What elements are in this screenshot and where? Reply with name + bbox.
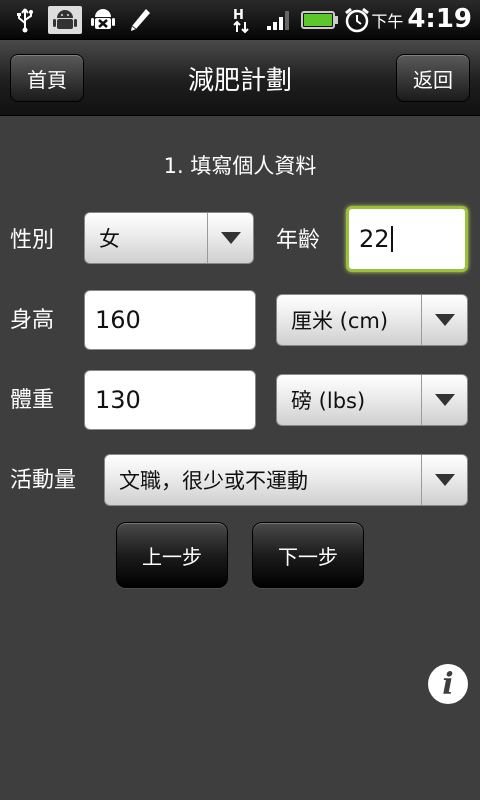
weight-value: 130 — [95, 386, 141, 414]
title-bar: 減肥計劃 首頁 返回 — [0, 40, 480, 116]
android-debug-icon — [48, 6, 82, 34]
weight-unit-value: 磅 (lbs) — [291, 389, 366, 413]
network-type-label: H — [233, 8, 244, 23]
home-button[interactable]: 首頁 — [10, 54, 84, 102]
battery-icon — [300, 6, 340, 34]
activity-value: 文職，很少或不運動 — [119, 469, 308, 493]
gender-value: 女 — [99, 227, 120, 251]
weight-label: 體重 — [10, 388, 55, 413]
text-cursor — [390, 226, 393, 252]
info-icon[interactable]: i — [428, 664, 468, 704]
signal-icon — [264, 6, 294, 34]
height-unit-select[interactable]: 厘米 (cm) — [276, 294, 468, 346]
alarm-icon — [342, 6, 372, 34]
height-value: 160 — [95, 306, 141, 334]
previous-step-button[interactable]: 上一步 — [116, 522, 228, 588]
next-step-button[interactable]: 下一步 — [252, 522, 364, 588]
weight-field[interactable]: 130 — [84, 370, 256, 430]
status-ampm: 下午 — [371, 12, 404, 31]
back-button[interactable]: 返回 — [396, 54, 470, 102]
weight-unit-select[interactable]: 磅 (lbs) — [276, 374, 468, 426]
activity-select[interactable]: 文職，很少或不運動 — [104, 454, 468, 506]
pencil-icon — [126, 6, 154, 34]
activity-label: 活動量 — [10, 468, 77, 493]
dropdown-arrow-icon — [421, 455, 467, 505]
data-transfer-icon: H — [230, 6, 260, 34]
status-bar: H 下午 4:19 — [0, 0, 480, 40]
dropdown-arrow-icon — [421, 375, 467, 425]
height-field[interactable]: 160 — [84, 290, 256, 350]
gender-select[interactable]: 女 — [84, 212, 254, 264]
dropdown-arrow-icon — [421, 295, 467, 345]
usb-icon — [12, 6, 38, 34]
android-error-icon — [88, 6, 118, 34]
age-value: 22 — [359, 225, 390, 253]
height-unit-value: 厘米 (cm) — [291, 309, 389, 333]
status-time: 4:19 — [407, 4, 472, 34]
dropdown-arrow-icon — [207, 213, 253, 263]
status-clock: 下午 4:19 — [371, 4, 472, 36]
age-field[interactable]: 22 — [346, 206, 468, 272]
gender-label: 性別 — [10, 228, 55, 253]
age-label: 年齡 — [276, 228, 321, 253]
height-label: 身高 — [10, 308, 55, 333]
section-title: 1. 填寫個人資料 — [163, 154, 317, 178]
